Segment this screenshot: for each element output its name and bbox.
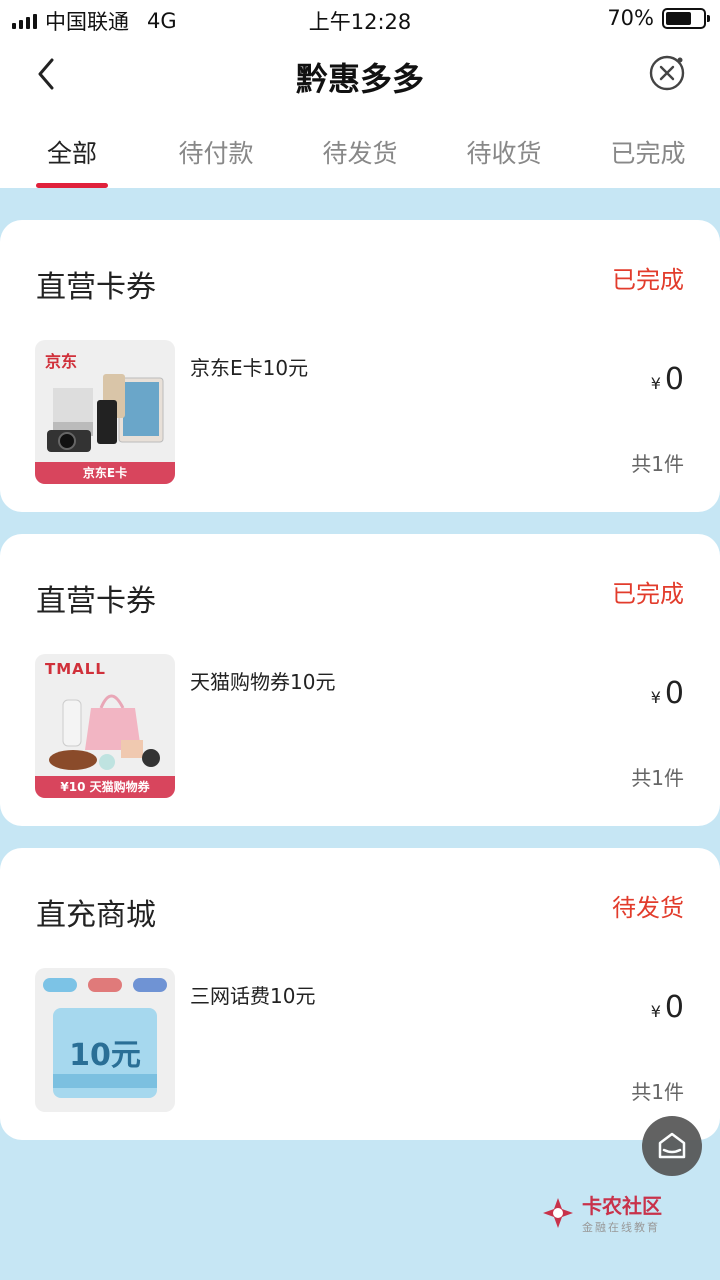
item-name: 三网话费10元 xyxy=(190,984,316,1008)
price-amount: 0 xyxy=(664,362,684,397)
product-image: 10元 xyxy=(35,968,175,1112)
tab-pending-receipt[interactable]: 待收货 xyxy=(432,116,576,188)
recharge-card: 10元 xyxy=(53,1008,157,1098)
tab-pending-payment[interactable]: 待付款 xyxy=(144,116,288,188)
order-card[interactable]: 直营卡券 已完成 TMALL ¥10 天猫购物券 天猫购物券10元 ¥0 共1件 xyxy=(0,534,720,826)
price-amount: 0 xyxy=(664,990,684,1025)
price-amount: 0 xyxy=(664,676,684,711)
nav-bar: 黔惠多多 xyxy=(0,36,720,116)
product-image: TMALL ¥10 天猫购物券 xyxy=(35,654,175,798)
order-tabs: 全部 待付款 待发货 待收货 已完成 xyxy=(0,116,720,188)
close-button[interactable] xyxy=(648,54,686,92)
item-price: ¥0 xyxy=(651,362,684,397)
shopping-illustration xyxy=(49,694,160,770)
battery-level xyxy=(666,11,692,25)
tab-pending-shipment[interactable]: 待发货 xyxy=(288,116,432,188)
item-price: ¥0 xyxy=(651,676,684,711)
order-shop-title: 直充商城 xyxy=(36,898,156,933)
battery-icon xyxy=(662,7,710,29)
product-ribbon: ¥10 天猫购物券 xyxy=(35,776,175,798)
tab-completed[interactable]: 已完成 xyxy=(576,116,720,188)
order-status: 待发货 xyxy=(612,894,684,922)
item-count: 共1件 xyxy=(631,766,684,790)
tab-all[interactable]: 全部 xyxy=(0,116,144,188)
recharge-strip xyxy=(53,1074,157,1088)
order-shop-title: 直营卡券 xyxy=(36,270,156,305)
tmall-logo: TMALL xyxy=(45,660,106,678)
currency-symbol: ¥ xyxy=(650,1002,661,1021)
order-status: 已完成 xyxy=(612,266,684,294)
page-title: 黔惠多多 xyxy=(295,60,424,98)
recharge-amount: 10元 xyxy=(69,1038,141,1073)
currency-symbol: ¥ xyxy=(650,374,661,393)
currency-symbol: ¥ xyxy=(650,688,661,707)
home-icon xyxy=(658,1132,686,1159)
watermark-tagline: 金融在线教育 xyxy=(582,1221,660,1234)
kanong-logo-icon xyxy=(543,1197,573,1228)
watermark-name: 卡农社区 xyxy=(582,1194,662,1218)
battery-percent: 70% xyxy=(607,6,654,30)
jd-logo: 京东 xyxy=(45,352,78,371)
telecom-logos xyxy=(43,978,167,996)
close-icon xyxy=(649,55,685,91)
item-name: 京东E卡10元 xyxy=(190,356,309,380)
order-card[interactable]: 直充商城 待发货 10元 三网话费10元 ¥0 共1件 xyxy=(0,848,720,1140)
home-float-button[interactable] xyxy=(642,1116,702,1176)
item-price: ¥0 xyxy=(651,990,684,1025)
order-card[interactable]: 直营卡券 已完成 京东 京东E卡 京东E卡10元 ¥0 共1件 xyxy=(0,220,720,512)
item-count: 共1件 xyxy=(631,1080,684,1104)
product-ribbon: 京东E卡 xyxy=(35,462,175,484)
product-image: 京东 京东E卡 xyxy=(35,340,175,484)
electronics-illustration xyxy=(47,374,164,452)
watermark: 卡农社区 金融在线教育 xyxy=(540,1190,662,1235)
order-shop-title: 直营卡券 xyxy=(36,584,156,619)
item-count: 共1件 xyxy=(631,452,684,476)
item-name: 天猫购物券10元 xyxy=(190,670,336,694)
status-bar: 中国联通 4G 上午12:28 70% xyxy=(0,0,720,36)
order-status: 已完成 xyxy=(612,580,684,608)
